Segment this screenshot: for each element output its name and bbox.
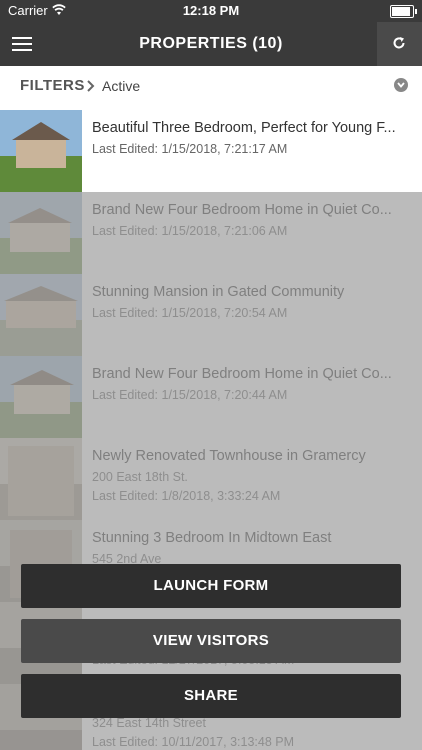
page-title: PROPERTIES (10) xyxy=(139,35,283,52)
clock: 12:18 PM xyxy=(182,3,240,18)
property-name: Newly Renovated Townhouse in Gramercy xyxy=(92,448,366,464)
property-name: Brand New Four Bedroom Home in Quiet Co.… xyxy=(92,202,392,218)
filters-bar[interactable]: FILTERS Active xyxy=(0,66,422,111)
filter-value: Active xyxy=(102,78,141,94)
navigation-bar: PROPERTIES (10) xyxy=(0,22,422,66)
list-item[interactable]: Beautiful Three Bedroom, Perfect for You… xyxy=(0,110,422,193)
list-item[interactable]: Newly Renovated Townhouse in Gramercy 20… xyxy=(0,438,422,521)
status-bar: Carrier 12:18 PM xyxy=(0,0,422,22)
property-address: 324 East 14th Street xyxy=(92,716,206,730)
chevron-down-icon[interactable] xyxy=(394,78,408,92)
filters-label: FILTERS xyxy=(20,77,85,94)
list-item[interactable]: Stunning Mansion in Gated Community Last… xyxy=(0,274,422,357)
view-visitors-button[interactable]: VIEW VISITORS xyxy=(21,619,401,663)
hamburger-icon[interactable] xyxy=(12,34,34,54)
launch-form-button[interactable]: LAUNCH FORM xyxy=(21,564,401,608)
property-edited: Last Edited: 1/15/2018, 7:20:54 AM xyxy=(92,306,288,320)
property-name: Stunning 3 Bedroom In Midtown East xyxy=(92,530,332,546)
property-thumbnail xyxy=(0,192,82,274)
property-thumbnail xyxy=(0,356,82,438)
property-name: Stunning Mansion in Gated Community xyxy=(92,284,345,300)
list-item[interactable]: Brand New Four Bedroom Home in Quiet Co.… xyxy=(0,356,422,439)
property-thumbnail xyxy=(0,110,82,192)
chevron-right-icon xyxy=(87,80,95,92)
property-edited: Last Edited: 1/15/2018, 7:21:06 AM xyxy=(92,224,288,238)
property-edited: Last Edited: 1/15/2018, 7:20:44 AM xyxy=(92,388,288,402)
property-address: 200 East 18th St. xyxy=(92,470,188,484)
property-name: Beautiful Three Bedroom, Perfect for You… xyxy=(92,120,396,136)
refresh-button[interactable] xyxy=(377,22,422,66)
list-item[interactable]: Brand New Four Bedroom Home in Quiet Co.… xyxy=(0,192,422,275)
property-thumbnail xyxy=(0,274,82,356)
share-button[interactable]: SHARE xyxy=(21,674,401,718)
property-name: Brand New Four Bedroom Home in Quiet Co.… xyxy=(92,366,392,382)
property-edited: Last Edited: 10/11/2017, 3:13:48 PM xyxy=(92,735,294,749)
property-edited: Last Edited: 1/15/2018, 7:21:17 AM xyxy=(92,142,288,156)
refresh-icon xyxy=(393,37,405,49)
property-thumbnail xyxy=(0,438,82,520)
battery-icon xyxy=(390,5,417,18)
property-edited: Last Edited: 1/8/2018, 3:33:24 AM xyxy=(92,489,281,503)
